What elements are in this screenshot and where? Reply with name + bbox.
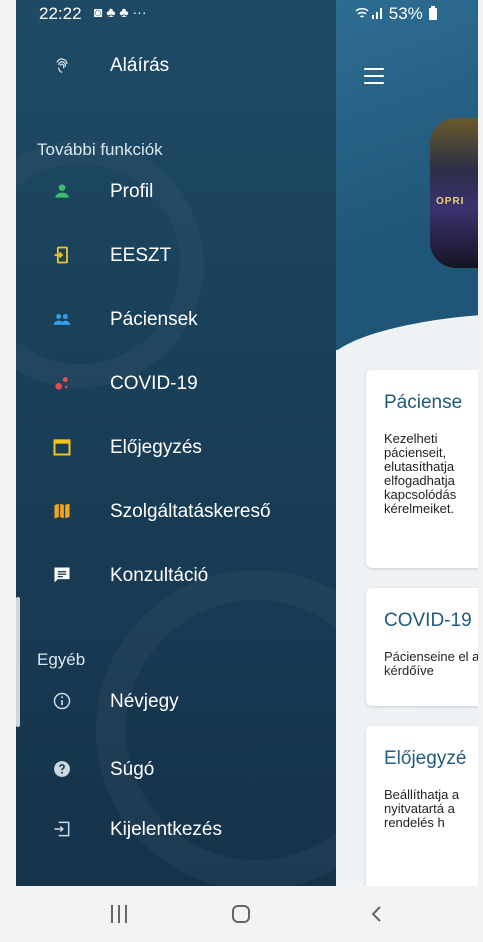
exit-door-icon xyxy=(54,246,68,264)
card-patients[interactable]: Páciense Kezelheti pácienseit, elutasíth… xyxy=(366,370,478,568)
navigation-drawer: Aláírás További funkciók Profil EESZT Pá… xyxy=(16,0,416,886)
drawer-item-label: Névjegy xyxy=(110,691,179,712)
drawer-item-about[interactable]: Névjegy xyxy=(16,676,336,726)
system-navigation-bar xyxy=(0,886,483,942)
card-title: COVID-19 xyxy=(384,610,472,631)
drawer-item-label: EESZT xyxy=(110,245,172,266)
drawer-item-eeszt[interactable]: EESZT xyxy=(16,230,336,280)
section-header-other: Egyéb xyxy=(37,650,86,669)
banner-image-text: OPRI xyxy=(436,196,465,207)
drawer-item-logout[interactable]: Kijelentkezés xyxy=(16,804,336,854)
drawer-item-label: Aláírás xyxy=(110,55,170,76)
home-icon[interactable] xyxy=(232,905,250,923)
battery-percentage: 53% xyxy=(388,4,423,23)
drawer-item-signature[interactable]: Aláírás xyxy=(16,40,336,90)
drawer-item-label: Kijelentkezés xyxy=(110,819,222,840)
banner-image: OPRI xyxy=(430,118,478,268)
fingerprint-icon xyxy=(56,58,68,74)
drawer-item-label: Konzultáció xyxy=(110,565,209,586)
status-time: 22:22 xyxy=(39,4,82,23)
drawer-item-label: Súgó xyxy=(110,759,155,780)
info-icon xyxy=(53,692,71,710)
drawer-item-help[interactable]: Súgó xyxy=(16,744,336,794)
chat-icon xyxy=(54,567,70,583)
covid-icon xyxy=(55,377,68,390)
drawer-item-label: Szolgáltatáskereső xyxy=(110,501,271,522)
drawer-item-profile[interactable]: Profil xyxy=(16,166,336,216)
menu-icon[interactable] xyxy=(364,68,384,84)
drawer-item-consultation[interactable]: Konzultáció xyxy=(16,550,336,600)
people-icon xyxy=(53,314,71,325)
logout-icon xyxy=(54,821,70,837)
help-icon xyxy=(54,761,70,777)
battery-icon xyxy=(428,6,437,20)
status-bar: 22:22 ◙ ♣ ♣ ··· 53% xyxy=(16,0,478,34)
drawer-item-patients[interactable]: Páciensek xyxy=(16,294,336,344)
recent-apps-icon[interactable] xyxy=(111,905,129,923)
drawer-item-covid[interactable]: COVID-19 xyxy=(16,358,336,408)
person-icon xyxy=(55,184,69,198)
section-header-more: További funkciók xyxy=(37,140,163,159)
drawer-item-label: COVID-19 xyxy=(110,373,198,394)
calendar-icon xyxy=(53,439,71,456)
battery-status: 53% xyxy=(354,4,438,24)
drawer-item-label: Páciensek xyxy=(110,309,198,330)
edge-handle[interactable] xyxy=(16,597,20,727)
drawer-item-service-finder[interactable]: Szolgáltatáskereső xyxy=(16,486,336,536)
wifi-signal-icon xyxy=(355,8,382,19)
drawer-item-appointment[interactable]: Előjegyzés xyxy=(16,422,336,472)
app-header: OPRI xyxy=(336,0,478,350)
card-title: Páciense xyxy=(384,392,463,413)
drawer-item-label: Profil xyxy=(110,181,154,202)
notification-icons: ◙ ♣ ♣ ··· xyxy=(94,4,147,20)
card-text: Kezelheti pácienseit, elutasíthatja elfo… xyxy=(384,431,457,516)
back-icon[interactable] xyxy=(368,905,386,923)
map-icon xyxy=(54,503,70,519)
phone-screen: OPRI Páciense Kezelheti pácienseit, elut… xyxy=(16,0,478,886)
drawer-item-label: Előjegyzés xyxy=(110,437,202,458)
